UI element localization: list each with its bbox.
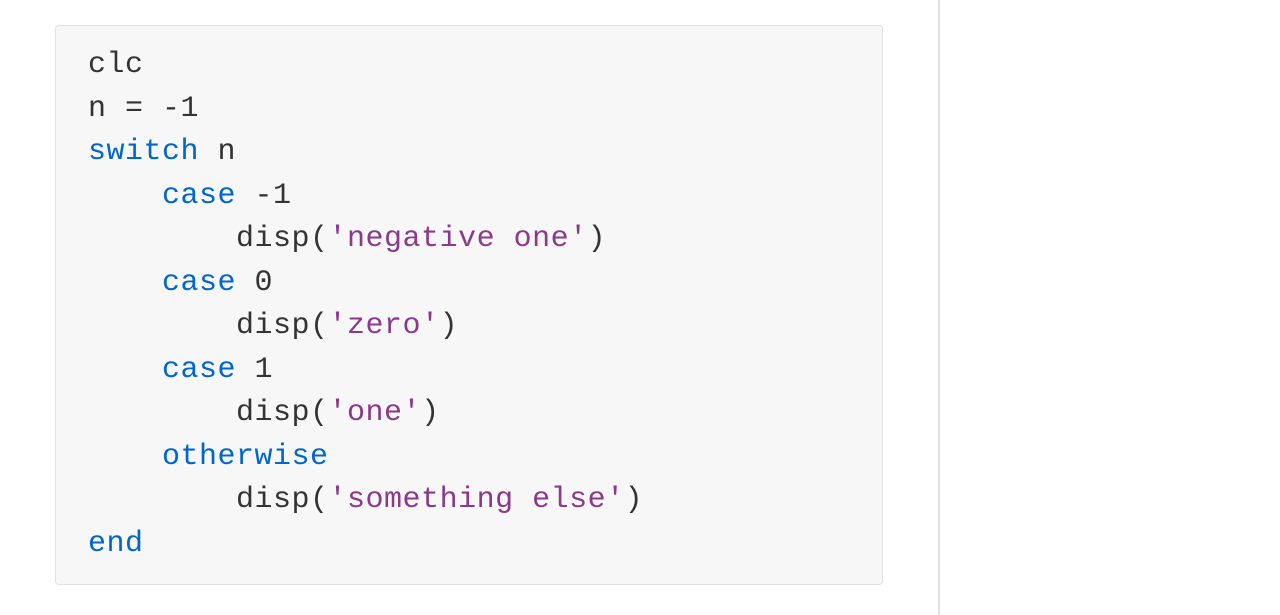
- code-token: ): [440, 309, 459, 343]
- content-area: clcn = -1switch n case -1 disp('negative…: [0, 0, 940, 615]
- code-token: case: [162, 266, 236, 300]
- code-token: ): [421, 396, 440, 430]
- code-token: disp(: [236, 396, 329, 430]
- code-token: switch: [88, 135, 199, 169]
- code-token: disp(: [236, 309, 329, 343]
- code-token: 0: [236, 266, 273, 300]
- code-line: end: [88, 523, 850, 567]
- code-token: n = -1: [88, 92, 199, 126]
- code-token: case: [162, 353, 236, 387]
- code-token: otherwise: [162, 440, 329, 474]
- code-line: disp('zero'): [88, 305, 850, 349]
- code-line: case 1: [88, 349, 850, 393]
- code-line: n = -1: [88, 88, 850, 132]
- code-token: 'something else': [329, 483, 625, 517]
- code-line: disp('one'): [88, 392, 850, 436]
- code-block: clcn = -1switch n case -1 disp('negative…: [55, 25, 883, 585]
- code-line: otherwise: [88, 436, 850, 480]
- code-token: ): [588, 222, 607, 256]
- code-line: switch n: [88, 131, 850, 175]
- code-token: -1: [236, 179, 292, 213]
- code-token: 'one': [329, 396, 422, 430]
- code-line: disp('negative one'): [88, 218, 850, 262]
- code-token: disp(: [236, 483, 329, 517]
- code-line: disp('something else'): [88, 479, 850, 523]
- code-token: clc: [88, 48, 144, 82]
- code-token: ): [625, 483, 644, 517]
- code-token: 'zero': [329, 309, 440, 343]
- code-token: end: [88, 527, 144, 561]
- code-token: n: [199, 135, 236, 169]
- code-token: 'negative one': [329, 222, 588, 256]
- code-token: case: [162, 179, 236, 213]
- code-token: disp(: [236, 222, 329, 256]
- code-line: case 0: [88, 262, 850, 306]
- code-token: 1: [236, 353, 273, 387]
- code-line: case -1: [88, 175, 850, 219]
- code-line: clc: [88, 44, 850, 88]
